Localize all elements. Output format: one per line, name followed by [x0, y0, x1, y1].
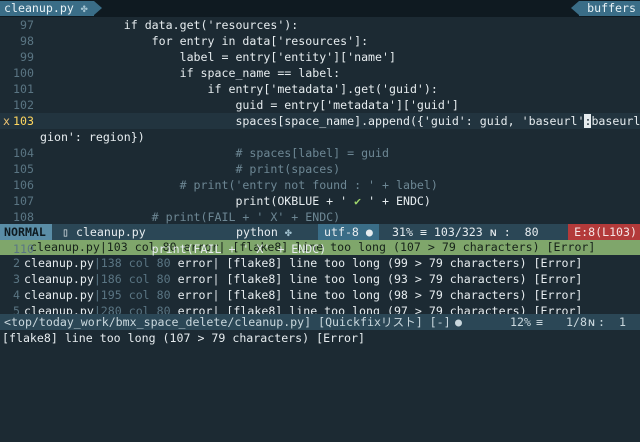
status-filename-text: cleanup.py	[75, 225, 146, 239]
code-text: spaces[space_name].append({'guid': guid,…	[40, 114, 585, 128]
code-text: print(FAIL + ' X' + ENDC)	[40, 242, 327, 256]
code-line[interactable]: 102 guid = entry['metadata']['guid']	[0, 97, 640, 113]
code-line[interactable]: 106 # print('entry not found : ' + label…	[0, 177, 640, 193]
line-number: 98	[20, 34, 34, 48]
code-line[interactable]: gion': region})	[0, 129, 640, 145]
mode-indicator: NORMAL	[0, 224, 52, 240]
filetype-text: python	[236, 225, 278, 239]
code-line[interactable]: 103 x spaces[space_name].append({'guid': …	[0, 113, 640, 129]
code-line[interactable]: 104 # spaces[label] = guid	[0, 145, 640, 161]
line-icon: ≡	[536, 315, 543, 329]
quickfix-location: |138 col 80	[93, 256, 171, 270]
code-text: if data.get('resources'):	[40, 18, 299, 32]
command-line[interactable]: [flake8] line too long (107 > 79 charact…	[0, 330, 640, 347]
code-text: for entry in data['resources']:	[40, 34, 369, 48]
line-icon: ≡	[419, 225, 427, 239]
quickfix-message: error| [flake8] line too long (98 > 79 c…	[170, 288, 583, 302]
code-line[interactable]: 100 if space_name == label:	[0, 65, 640, 81]
error-sign-icon: x	[3, 114, 10, 128]
quickfix-location: |195 col 80	[93, 288, 171, 302]
code-line[interactable]: 108 # print(FAIL + ' X' + ENDC)	[0, 209, 640, 225]
status-filetype: python ✤	[236, 224, 292, 240]
apple-icon: ●	[365, 225, 373, 239]
encoding-text: utf-8	[324, 225, 359, 239]
quickfix-column: : 1	[598, 315, 626, 329]
code-text: label = entry['entity']['name']	[40, 50, 396, 64]
percent-text: 31%	[392, 225, 413, 239]
quickfix-statusline: <top/today_work/bmx_space_delete/cleanup…	[0, 314, 640, 330]
line-number: 108	[13, 210, 34, 224]
quickfix-path: <top/today_work/bmx_space_delete/cleanup…	[4, 315, 451, 329]
line-number: 100	[13, 66, 34, 80]
error-count-badge[interactable]: E:8(L103)	[568, 224, 640, 240]
python-icon: ✤	[80, 1, 88, 15]
code-text: guid = entry['metadata']['guid']	[40, 98, 459, 112]
quickfix-item[interactable]: 2 cleanup.py|138 col 80 error| [flake8] l…	[0, 255, 640, 271]
quickfix-file: cleanup.py	[24, 288, 94, 302]
status-filename: ▯ cleanup.py	[62, 224, 146, 240]
statusline: NORMAL ▯ cleanup.py python ✤ utf-8 ● 31%…	[0, 224, 640, 240]
line-position: 103/323	[433, 225, 483, 239]
python-icon: ✤	[284, 225, 292, 239]
quickfix-message: error| [flake8] line too long (93 > 79 c…	[170, 272, 583, 286]
code-text: if entry['metadata'].get('guid'):	[40, 82, 438, 96]
quickfix-position: 1/8	[566, 315, 587, 329]
quickfix-item[interactable]: 4 cleanup.py|195 col 80 error| [flake8] l…	[0, 287, 640, 303]
code-text: ' + ENDC)	[361, 194, 431, 208]
line-number: 102	[13, 98, 34, 112]
code-line[interactable]: 105 # print(spaces)	[0, 161, 640, 177]
tab-label: cleanup.py	[4, 1, 74, 15]
quickfix-file: cleanup.py	[24, 272, 94, 286]
code-text: # print(spaces)	[40, 162, 341, 176]
column-icon: ɴ	[588, 315, 595, 329]
column-position: : 80	[503, 225, 539, 239]
code-text: if space_name == label:	[40, 66, 341, 80]
code-text: gion': region})	[40, 130, 145, 144]
line-number: 105	[13, 162, 34, 176]
quickfix-file: cleanup.py	[24, 256, 94, 270]
code-line[interactable]: 97 if data.get('resources'):	[0, 17, 640, 33]
code-line[interactable]: 107 print(OKBLUE + ' ✔ ' + ENDC)	[0, 193, 640, 209]
quickfix-location: |186 col 80	[93, 272, 171, 286]
quickfix-percent: 12%	[510, 315, 531, 329]
buffers-label[interactable]: buffers	[571, 1, 640, 16]
column-icon: ɴ	[489, 225, 497, 239]
status-position: 31% ≡ 103/323 ɴ : 80	[392, 224, 539, 240]
lock-icon: ▯	[62, 225, 69, 239]
apple-icon: ●	[455, 315, 462, 329]
code-text: # print('entry not found : ' + label)	[40, 178, 438, 192]
code-text: print(OKBLUE + '	[40, 194, 355, 208]
tab-cleanup-py[interactable]: cleanup.py ✤	[0, 1, 102, 16]
code-line[interactable]: 101 if entry['metadata'].get('guid'):	[0, 81, 640, 97]
line-number: 107	[13, 194, 34, 208]
quickfix-message: error| [flake8] line too long (99 > 79 c…	[170, 256, 583, 270]
line-number: 104	[13, 146, 34, 160]
line-number: 97	[20, 18, 34, 32]
code-line[interactable]: 99 label = entry['entity']['name']	[0, 49, 640, 65]
line-number: 106	[13, 178, 34, 192]
quickfix-item[interactable]: 3 cleanup.py|186 col 80 error| [flake8] l…	[0, 271, 640, 287]
code-line[interactable]: 110 print(FAIL + ' X' + ENDC)	[0, 241, 640, 257]
code-text: baseurl, 're	[591, 114, 640, 128]
code-text: # print(FAIL + ' X' + ENDC)	[40, 210, 341, 224]
status-encoding: utf-8 ●	[318, 224, 379, 240]
tabline: cleanup.py ✤ buffers	[0, 0, 640, 17]
line-number: 99	[20, 50, 34, 64]
code-editor[interactable]: 97 if data.get('resources'): 98 for entry…	[0, 17, 640, 256]
code-line[interactable]: 98 for entry in data['resources']:	[0, 33, 640, 49]
line-number: 101	[13, 82, 34, 96]
code-text: # spaces[label] = guid	[40, 146, 390, 160]
